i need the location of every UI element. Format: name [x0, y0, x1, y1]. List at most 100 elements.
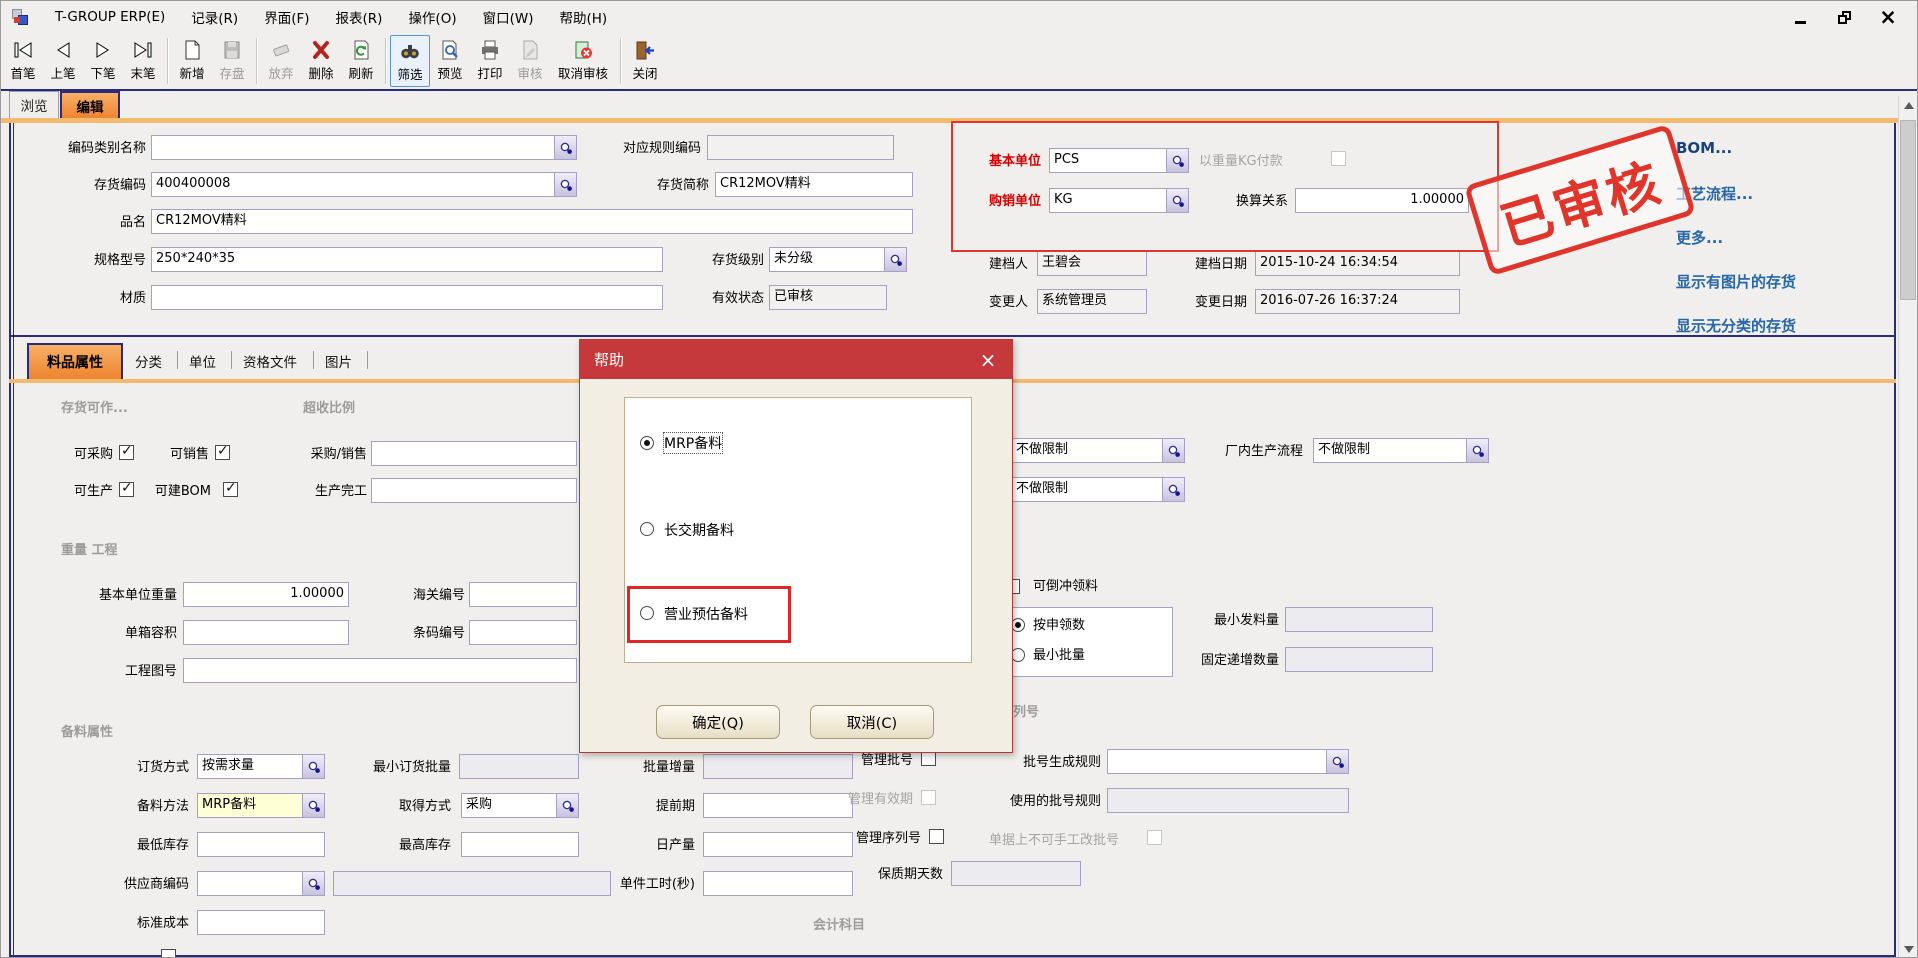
- mrp-prep-label[interactable]: MRP备料: [664, 433, 722, 453]
- toolbar-new[interactable]: 新增: [172, 35, 212, 87]
- issue-by-apply-radio[interactable]: [1011, 618, 1025, 632]
- toolbar-cancel-audit[interactable]: 取消审核: [550, 35, 616, 87]
- scroll-down-button[interactable]: [1899, 940, 1918, 958]
- toolbar-filter[interactable]: 筛选: [390, 35, 430, 87]
- lookup-button[interactable]: [302, 755, 324, 778]
- dialog-close-button[interactable]: ×: [976, 348, 1000, 372]
- menu-interface[interactable]: 界面(F): [264, 7, 309, 27]
- min-stock-input[interactable]: [197, 832, 325, 857]
- sale-restrict-combo[interactable]: 不做限制: [1011, 477, 1185, 502]
- link-show-with-images[interactable]: 显示有图片的存货: [1676, 271, 1796, 292]
- lookup-button[interactable]: [1326, 750, 1348, 773]
- prep-method-combo[interactable]: MRP备料: [197, 793, 325, 818]
- menu-operation[interactable]: 操作(O): [408, 7, 456, 27]
- spec-input[interactable]: 250*240*35: [151, 247, 663, 272]
- tab-item-attributes[interactable]: 料品属性: [27, 343, 123, 379]
- lookup-button[interactable]: [554, 173, 576, 196]
- toolbar-last-record[interactable]: 末笔: [123, 35, 163, 87]
- toolbar-save[interactable]: 存盘: [212, 35, 252, 87]
- base-weight-input[interactable]: 1.00000: [183, 582, 349, 607]
- batch-rule-combo[interactable]: [1107, 749, 1349, 774]
- toolbar-first-record[interactable]: 首笔: [3, 35, 43, 87]
- manage-validity-checkbox[interactable]: [921, 790, 936, 805]
- order-mode-combo[interactable]: 按需求量: [197, 754, 325, 779]
- max-stock-input[interactable]: [461, 832, 579, 857]
- tab-edit[interactable]: 编辑: [60, 91, 120, 118]
- vertical-scrollbar[interactable]: [1898, 96, 1917, 958]
- toolbar-audit[interactable]: 审核: [510, 35, 550, 87]
- lookup-button[interactable]: [884, 248, 906, 271]
- menu-report[interactable]: 报表(R): [336, 7, 383, 27]
- scrollbar-thumb[interactable]: [1900, 120, 1916, 300]
- bom-buildable-checkbox[interactable]: [223, 482, 238, 497]
- toolbar-delete[interactable]: 删除: [301, 35, 341, 87]
- menu-record[interactable]: 记录(R): [191, 7, 238, 27]
- lookup-button[interactable]: [302, 872, 324, 895]
- tab-unit[interactable]: 单位: [189, 351, 216, 371]
- dialog-cancel-button[interactable]: 取消(C): [810, 705, 934, 739]
- lead-time-input[interactable]: [703, 793, 853, 818]
- minimize-button[interactable]: [1789, 6, 1811, 28]
- lookup-button[interactable]: [556, 794, 578, 817]
- over-purchase-sale-input[interactable]: [371, 441, 577, 466]
- long-lead-prep-radio[interactable]: [640, 522, 654, 536]
- manage-serial-checkbox[interactable]: [929, 829, 944, 844]
- link-show-unclassified[interactable]: 显示无分类的存货: [1676, 315, 1796, 336]
- std-cost-input[interactable]: [197, 910, 325, 935]
- lookup-button[interactable]: [1162, 439, 1184, 462]
- acquire-mode-combo[interactable]: 采购: [461, 793, 579, 818]
- customs-code-input[interactable]: [469, 582, 577, 607]
- toolbar-close[interactable]: 关闭: [625, 35, 665, 87]
- lookup-button[interactable]: [1162, 478, 1184, 501]
- close-button[interactable]: ×: [1877, 6, 1899, 28]
- supplier-code-combo[interactable]: [197, 871, 325, 896]
- dialog-ok-button[interactable]: 确定(Q): [656, 705, 780, 739]
- lookup-button[interactable]: [1466, 439, 1488, 462]
- daily-output-input[interactable]: [703, 832, 853, 857]
- menu-window[interactable]: 窗口(W): [483, 7, 534, 27]
- dialog-title-bar[interactable]: 帮助: [580, 340, 1012, 379]
- long-lead-prep-label[interactable]: 长交期备料: [664, 520, 734, 540]
- level-combo[interactable]: 未分级: [769, 247, 907, 272]
- code-type-input[interactable]: [151, 135, 577, 160]
- unit-work-time-input[interactable]: [703, 871, 853, 896]
- product-name-input[interactable]: CR12MOV精料: [151, 209, 913, 234]
- menu-help[interactable]: 帮助(H): [560, 7, 608, 27]
- toolbar-preview[interactable]: 预览: [430, 35, 470, 87]
- mrp-prep-radio[interactable]: [640, 436, 654, 450]
- producible-checkbox[interactable]: [119, 482, 134, 497]
- issue-min-batch-radio[interactable]: [1011, 648, 1025, 662]
- toolbar-print[interactable]: 打印: [470, 35, 510, 87]
- manage-batch-checkbox[interactable]: [921, 751, 936, 766]
- purchase-restrict-combo[interactable]: 不做限制: [1011, 438, 1185, 463]
- box-volume-input[interactable]: [183, 620, 349, 645]
- tab-qualification-files[interactable]: 资格文件: [243, 351, 297, 371]
- tab-browse[interactable]: 浏览: [9, 91, 59, 118]
- lookup-button[interactable]: [554, 136, 576, 159]
- scroll-up-button[interactable]: [1899, 96, 1918, 115]
- rule-code-input[interactable]: [707, 135, 894, 160]
- toolbar-next-record[interactable]: 下笔: [83, 35, 123, 87]
- link-more[interactable]: 更多...: [1676, 227, 1723, 248]
- drawing-no-input[interactable]: [183, 658, 577, 683]
- inv-abbr-input[interactable]: CR12MOV精料: [715, 172, 913, 197]
- toolbar-refresh[interactable]: 刷新: [341, 35, 381, 87]
- tab-classification[interactable]: 分类: [135, 351, 162, 371]
- toolbar-prev-record[interactable]: 上笔: [43, 35, 83, 87]
- inv-code-input[interactable]: 400400008: [151, 172, 577, 197]
- used-batch-rule-label: 使用的批号规则: [993, 791, 1101, 816]
- partial-checkbox[interactable]: [161, 949, 176, 958]
- lookup-button[interactable]: [302, 794, 324, 817]
- factory-flow-combo[interactable]: 不做限制: [1313, 438, 1489, 463]
- menu-app[interactable]: T-GROUP ERP(E): [55, 9, 165, 25]
- restore-button[interactable]: [1833, 6, 1855, 28]
- sellable-checkbox[interactable]: [215, 445, 230, 460]
- tab-images[interactable]: 图片: [325, 351, 352, 371]
- production-finish-input[interactable]: [371, 478, 577, 503]
- barcode-input[interactable]: [469, 620, 577, 645]
- material-input[interactable]: [151, 285, 663, 310]
- link-bom[interactable]: BOM...: [1676, 139, 1732, 157]
- purchasable-checkbox[interactable]: [119, 445, 134, 460]
- no-manual-batch-checkbox[interactable]: [1147, 830, 1162, 845]
- toolbar-abandon[interactable]: 放弃: [261, 35, 301, 87]
